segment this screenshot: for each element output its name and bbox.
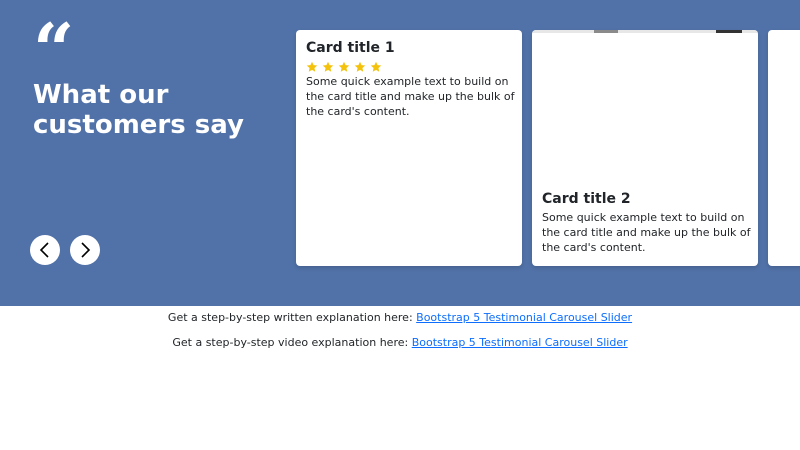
star-icon (306, 61, 318, 72)
star-icon (354, 61, 366, 72)
card-title: Card title 1 (306, 40, 395, 56)
written-explanation-text: Get a step-by-step written explanation h… (167, 311, 413, 324)
testimonial-card: Card title 2 Some quick example text to … (532, 30, 758, 266)
testimonial-card: Card title 1 Some quick example text to … (296, 30, 522, 266)
quote-icon: “ (33, 7, 75, 92)
card-title: Card title 2 (542, 191, 631, 207)
star-icon (370, 61, 382, 72)
testimonial-card-partial (768, 30, 800, 266)
carousel-next-button[interactable] (70, 235, 100, 265)
card-text: Some quick example text to build on the … (542, 211, 751, 254)
chevron-left-icon (39, 242, 49, 258)
card-image (532, 30, 758, 33)
hero-title: What our customers say (33, 80, 244, 140)
written-explanation-line: Get a step-by-step written explanation h… (0, 310, 800, 326)
image-fragment (716, 30, 742, 33)
explanation-links: Get a step-by-step written explanation h… (0, 310, 800, 351)
video-explanation-line: Get a step-by-step video explanation her… (0, 335, 800, 351)
star-icon (322, 61, 334, 72)
carousel-prev-button[interactable] (30, 235, 60, 265)
video-explanation-link[interactable]: Bootstrap 5 Testimonial Carousel Slider (412, 336, 628, 349)
star-icon (338, 61, 350, 72)
video-explanation-text: Get a step-by-step video explanation her… (172, 336, 409, 349)
image-fragment (594, 30, 618, 33)
star-rating (306, 61, 382, 73)
card-text: Some quick example text to build on the … (306, 75, 515, 118)
chevron-right-icon (81, 242, 91, 258)
testimonial-hero: “ What our customers say Card title 1 So… (0, 0, 800, 306)
written-explanation-link[interactable]: Bootstrap 5 Testimonial Carousel Slider (416, 311, 632, 324)
